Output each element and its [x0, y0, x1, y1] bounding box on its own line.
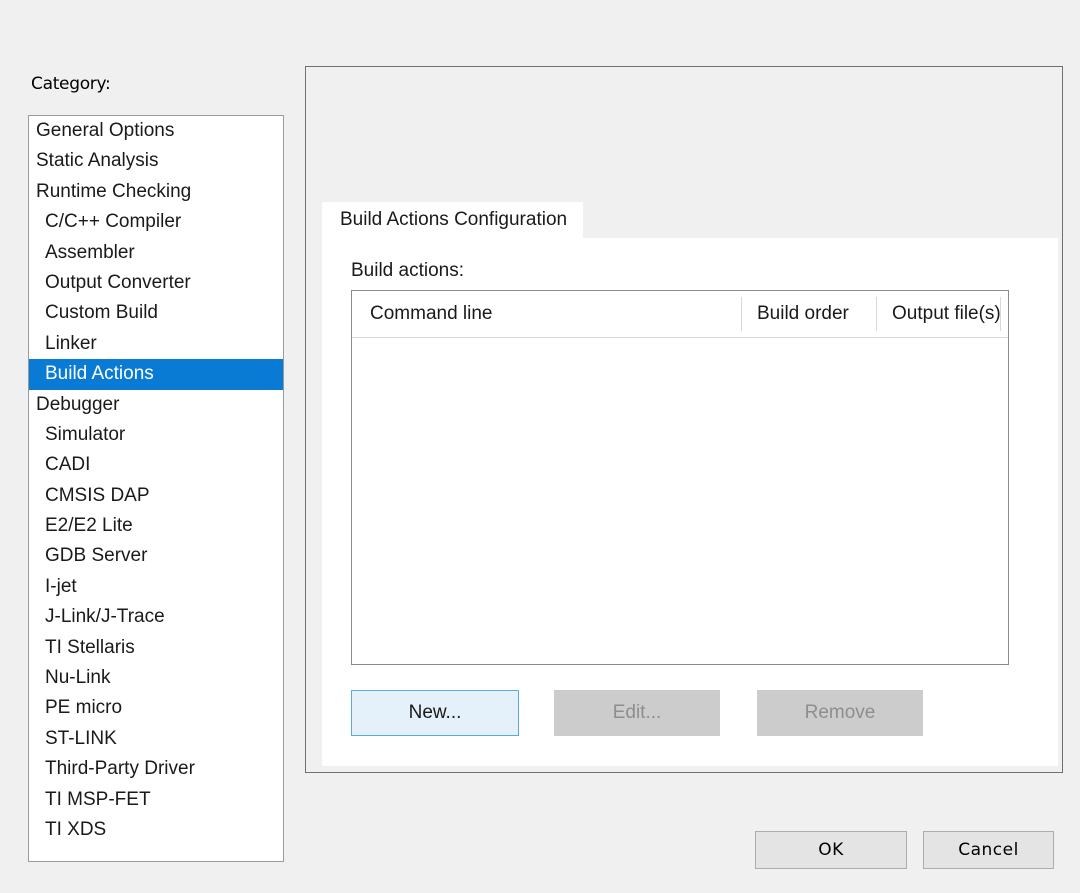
column-divider[interactable] — [876, 297, 877, 331]
sidebar-item-j-link-j-trace[interactable]: J-Link/J-Trace — [29, 602, 283, 632]
build-actions-label: Build actions: — [351, 260, 464, 282]
cancel-button[interactable]: Cancel — [923, 831, 1054, 869]
column-header-build-order[interactable]: Build order — [757, 291, 849, 337]
sidebar-item-gdb-server[interactable]: GDB Server — [29, 541, 283, 571]
column-header-command-line[interactable]: Command line — [370, 291, 493, 337]
remove-button: Remove — [757, 690, 923, 736]
sidebar-item-output-converter[interactable]: Output Converter — [29, 268, 283, 298]
sidebar-item-ti-msp-fet[interactable]: TI MSP-FET — [29, 785, 283, 815]
sidebar-item-general-options[interactable]: General Options — [29, 116, 283, 146]
sidebar-item-static-analysis[interactable]: Static Analysis — [29, 146, 283, 176]
sidebar-item-linker[interactable]: Linker — [29, 329, 283, 359]
edit-button: Edit... — [554, 690, 720, 736]
settings-pane: Build Actions Configuration Build action… — [305, 66, 1063, 773]
category-panel: Category: General OptionsStatic Analysis… — [0, 0, 300, 893]
sidebar-item-debugger[interactable]: Debugger — [29, 390, 283, 420]
category-listbox[interactable]: General OptionsStatic AnalysisRuntime Ch… — [28, 115, 284, 862]
sidebar-item-build-actions[interactable]: Build Actions — [29, 359, 283, 389]
list-body[interactable] — [352, 338, 1008, 665]
column-divider[interactable] — [1000, 297, 1001, 331]
sidebar-item-third-party-driver[interactable]: Third-Party Driver — [29, 754, 283, 784]
category-label: Category: — [31, 74, 110, 94]
sidebar-item-simulator[interactable]: Simulator — [29, 420, 283, 450]
column-divider[interactable] — [741, 297, 742, 331]
sidebar-item-runtime-checking[interactable]: Runtime Checking — [29, 177, 283, 207]
sidebar-item-cadi[interactable]: CADI — [29, 450, 283, 480]
sidebar-item-e2-e2-lite[interactable]: E2/E2 Lite — [29, 511, 283, 541]
column-header-output-file-s[interactable]: Output file(s) — [892, 291, 1001, 337]
build-actions-list[interactable]: Command line Build order Output file(s) — [351, 290, 1009, 665]
sidebar-item-pe-micro[interactable]: PE micro — [29, 693, 283, 723]
sidebar-item-st-link[interactable]: ST-LINK — [29, 724, 283, 754]
sidebar-item-cmsis-dap[interactable]: CMSIS DAP — [29, 481, 283, 511]
list-header: Command line Build order Output file(s) — [352, 291, 1008, 338]
tab-content-panel: Build actions: Command line Build order Ou… — [322, 238, 1058, 766]
sidebar-item-c-c-compiler[interactable]: C/C++ Compiler — [29, 207, 283, 237]
new-button[interactable]: New... — [351, 690, 519, 736]
sidebar-item-ti-stellaris[interactable]: TI Stellaris — [29, 633, 283, 663]
sidebar-item-ti-xds[interactable]: TI XDS — [29, 815, 283, 845]
sidebar-item-nu-link[interactable]: Nu-Link — [29, 663, 283, 693]
sidebar-item-custom-build[interactable]: Custom Build — [29, 298, 283, 328]
tab-build-actions-configuration[interactable]: Build Actions Configuration — [322, 202, 583, 238]
sidebar-item-i-jet[interactable]: I-jet — [29, 572, 283, 602]
tab-strip: Build Actions Configuration — [322, 202, 1062, 238]
ok-button[interactable]: OK — [755, 831, 907, 869]
build-action-buttons: New... Edit... Remove — [351, 690, 951, 736]
sidebar-item-assembler[interactable]: Assembler — [29, 238, 283, 268]
